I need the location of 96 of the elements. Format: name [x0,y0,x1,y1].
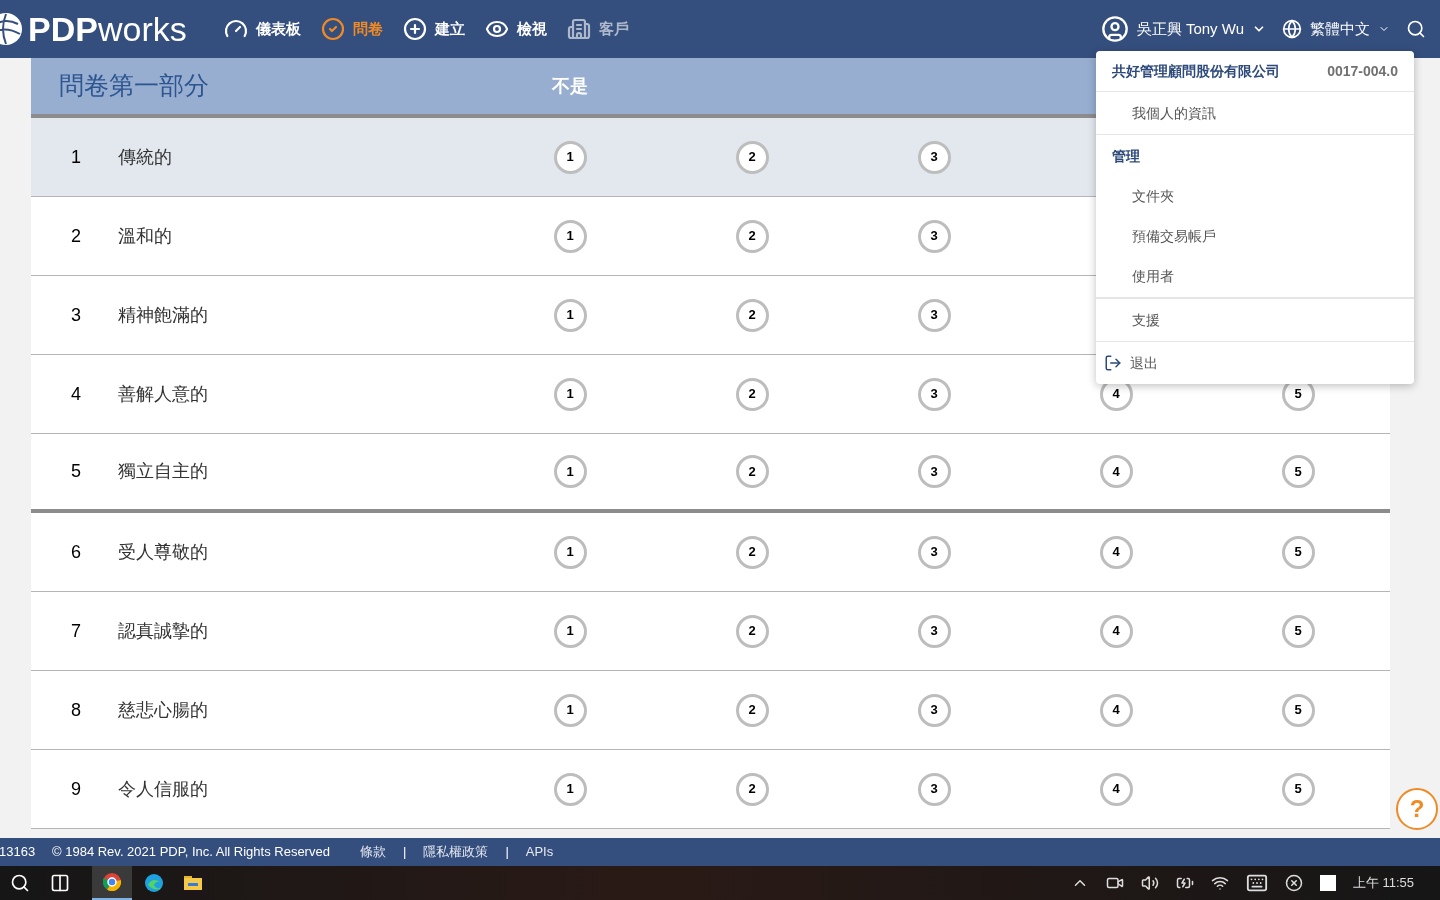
rating-option[interactable]: 4 [1099,772,1133,806]
rating-option[interactable]: 3 [917,298,951,332]
section-title: 問卷第一部分 [58,70,210,102]
keyboard-icon[interactable] [1245,872,1268,894]
rating-option[interactable]: 2 [735,693,769,727]
wifi-icon[interactable] [1210,874,1229,892]
chrome-icon [103,873,121,891]
menu-item[interactable]: 預備交易帳戶 [1096,216,1414,256]
rating-option[interactable]: 3 [917,455,951,488]
rating-option[interactable]: 1 [553,455,587,488]
edge-icon[interactable] [144,873,164,893]
user-avatar-icon [1100,15,1129,43]
build-number: 13163 [0,843,37,862]
question-number: 1 [70,145,82,169]
task-view-icon[interactable] [50,873,70,893]
logout-icon [1104,354,1122,372]
question-number: 6 [70,540,82,564]
rating-option[interactable]: 1 [553,219,587,253]
question-label: 善解人意的 [118,382,209,406]
language-selector[interactable]: 繁體中文 [1282,17,1390,41]
menu-section-heading: 管理 [1111,146,1141,166]
taskbar-app[interactable] [92,866,132,900]
question-label: 獨立自主的 [118,460,209,483]
rating-option[interactable]: 1 [553,614,587,648]
question-number: 2 [70,224,82,248]
rating-option[interactable]: 2 [735,377,769,411]
rating-option[interactable]: 5 [1281,535,1315,569]
rating-option[interactable]: 4 [1099,455,1133,488]
nav-tab[interactable]: 儀表板 [224,17,301,41]
rating-option[interactable]: 5 [1281,614,1315,648]
question-label: 慈悲心腸的 [118,698,209,722]
rating-option[interactable]: 3 [917,140,951,174]
rating-option[interactable]: 4 [1099,693,1133,727]
question-number: 7 [70,619,82,643]
folder-icon[interactable] [184,876,202,890]
separator-text: | [403,843,407,862]
menu-item[interactable]: 我個人的資訊 [1096,93,1414,133]
footer-link[interactable]: 條款 [360,842,386,862]
building-icon [567,17,591,41]
user-menu-button[interactable]: 吳正興 Tony Wu [1100,15,1266,43]
footer-link[interactable]: APIs [525,842,554,862]
clock-text[interactable]: 上午 11:55 [1352,873,1414,893]
question-number: 9 [70,777,82,801]
rating-option[interactable]: 4 [1099,614,1133,648]
menu-item[interactable]: 支援 [1096,300,1414,340]
question-label: 令人信服的 [118,777,209,801]
copyright-text: © 1984 Rev. 2021 PDP, Inc. All Rights Reserved [52,843,331,862]
question-number: 5 [70,460,82,483]
rating-option[interactable]: 1 [553,535,587,569]
rating-option[interactable]: 1 [553,772,587,806]
question-label: 傳統的 [118,145,173,169]
rating-option[interactable]: 5 [1281,772,1315,806]
logo[interactable]: PDPworks [0,12,224,46]
question-number: 3 [70,303,82,327]
company-name: 共好管理顧問股份有限公司 [1112,61,1280,81]
nav-tab[interactable]: 建立 [403,17,465,41]
rating-option[interactable]: 3 [917,219,951,253]
separator-text: | [505,843,509,862]
rating-option[interactable]: 5 [1281,455,1315,488]
question-number: 8 [70,698,82,722]
nav-tab[interactable]: 檢視 [485,17,547,41]
globe-icon [1282,19,1302,39]
rating-option[interactable]: 2 [735,219,769,253]
rating-option[interactable]: 2 [735,298,769,332]
check-circle-icon [321,17,345,41]
plus-circle-icon [403,17,427,41]
rating-option[interactable]: 1 [553,693,587,727]
search-icon[interactable] [1406,19,1426,39]
rating-option[interactable]: 3 [917,772,951,806]
menu-item[interactable]: 文件夾 [1096,176,1414,216]
rating-option[interactable]: 2 [735,535,769,569]
rating-option[interactable]: 1 [553,377,587,411]
rating-option[interactable]: 1 [553,298,587,332]
rating-option[interactable]: 2 [735,772,769,806]
rating-option[interactable]: 2 [735,140,769,174]
question-label: 溫和的 [118,224,173,248]
menu-item[interactable]: 使用者 [1096,256,1414,296]
search-icon[interactable] [10,873,30,893]
rating-option[interactable]: 2 [735,614,769,648]
rating-option[interactable]: 3 [917,693,951,727]
question-label: 認真誠摯的 [118,619,209,643]
rating-option[interactable]: 3 [917,535,951,569]
speaker-icon[interactable] [1140,874,1159,892]
rating-option[interactable]: 3 [917,614,951,648]
rating-option[interactable]: 1 [553,140,587,174]
close-circle-icon[interactable] [1284,874,1303,892]
rating-option[interactable]: 4 [1099,535,1133,569]
question-number: 4 [70,382,82,406]
rating-option[interactable]: 3 [917,377,951,411]
column-heading: 不是 [551,74,589,98]
company-code: 0017-004.0 [1327,61,1398,81]
footer-link[interactable]: 隱私權政策 [423,842,489,862]
rating-option[interactable]: 2 [735,455,769,488]
question-label: 受人尊敬的 [118,540,209,564]
rating-option[interactable]: 5 [1281,693,1315,727]
question-label: 精神飽滿的 [118,303,209,327]
